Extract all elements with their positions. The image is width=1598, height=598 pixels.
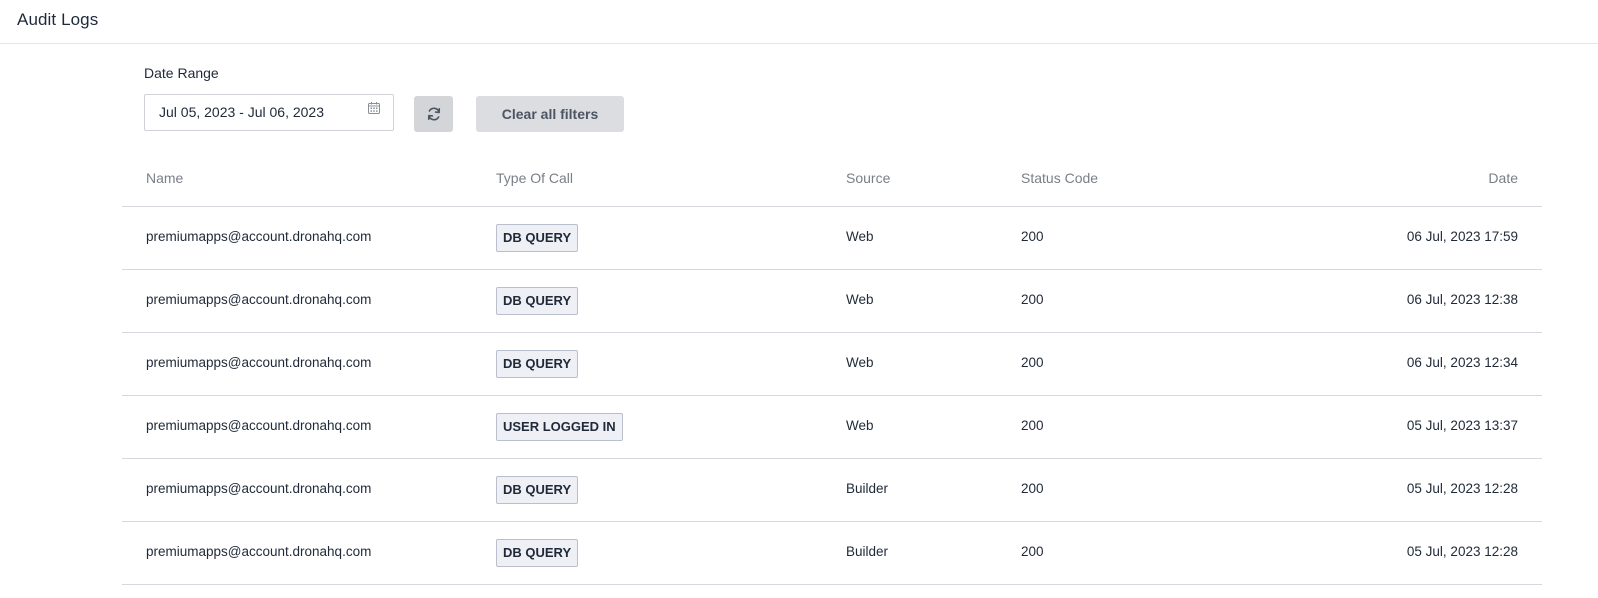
date-range-input[interactable]: Jul 05, 2023 - Jul 06, 2023 [144,94,394,131]
cell-date: 06 Jul, 2023 12:34 [1406,355,1518,370]
cell-name: premiumapps@account.dronahq.com [146,229,372,244]
column-header-source[interactable]: Source [846,170,890,186]
cell-source: Builder [846,481,889,496]
audit-logs-page: Audit Logs Date Range Jul 05, 2023 - Jul… [0,0,1598,598]
cell-status-code: 200 [1021,355,1044,370]
table-row[interactable]: premiumapps@account.dronahq.com DB QUERY… [122,270,1542,333]
cell-name: premiumapps@account.dronahq.com [146,355,372,370]
clear-all-filters-button[interactable]: Clear all filters [476,96,624,132]
table-header: Name Type Of Call Source Status Code Dat… [122,160,1542,207]
cell-status-code: 200 [1021,292,1044,307]
date-range-value: Jul 05, 2023 - Jul 06, 2023 [159,104,325,120]
audit-log-table: Name Type Of Call Source Status Code Dat… [122,160,1542,585]
type-of-call-badge: DB QUERY [496,476,579,504]
column-header-name[interactable]: Name [146,170,183,186]
type-of-call-badge: DB QUERY [496,350,579,378]
column-header-date[interactable]: Date [1488,170,1518,186]
type-of-call-badge: DB QUERY [496,539,579,567]
cell-status-code: 200 [1021,418,1044,433]
refresh-button[interactable] [414,96,453,132]
type-of-call-badge: DB QUERY [496,224,579,252]
cell-source: Web [846,292,874,307]
table-row[interactable]: premiumapps@account.dronahq.com USER LOG… [122,396,1542,459]
cell-date: 05 Jul, 2023 13:37 [1406,418,1518,433]
refresh-icon [427,107,440,121]
cell-date: 06 Jul, 2023 17:59 [1406,229,1518,244]
table-row[interactable]: premiumapps@account.dronahq.com DB QUERY… [122,333,1542,396]
type-of-call-badge: USER LOGGED IN [496,413,623,441]
cell-status-code: 200 [1021,229,1044,244]
type-of-call-badge: DB QUERY [496,287,579,315]
column-header-type-of-call[interactable]: Type Of Call [496,170,573,186]
date-range-label: Date Range [144,65,219,81]
cell-date: 06 Jul, 2023 12:38 [1406,292,1518,307]
cell-date: 05 Jul, 2023 12:28 [1406,481,1518,496]
cell-date: 05 Jul, 2023 12:28 [1406,544,1518,559]
cell-name: premiumapps@account.dronahq.com [146,544,372,559]
calendar-icon[interactable] [367,101,381,115]
cell-name: premiumapps@account.dronahq.com [146,292,372,307]
cell-status-code: 200 [1021,544,1044,559]
cell-name: premiumapps@account.dronahq.com [146,481,372,496]
cell-name: premiumapps@account.dronahq.com [146,418,372,433]
cell-source: Web [846,355,874,370]
table-row[interactable]: premiumapps@account.dronahq.com DB QUERY… [122,207,1542,270]
cell-status-code: 200 [1021,481,1044,496]
table-row[interactable]: premiumapps@account.dronahq.com DB QUERY… [122,522,1542,585]
page-title: Audit Logs [17,10,99,29]
cell-source: Web [846,418,874,433]
cell-source: Builder [846,544,889,559]
column-header-status-code[interactable]: Status Code [1021,170,1098,186]
top-bar: Audit Logs [0,0,1598,44]
cell-source: Web [846,229,874,244]
table-row[interactable]: premiumapps@account.dronahq.com DB QUERY… [122,459,1542,522]
